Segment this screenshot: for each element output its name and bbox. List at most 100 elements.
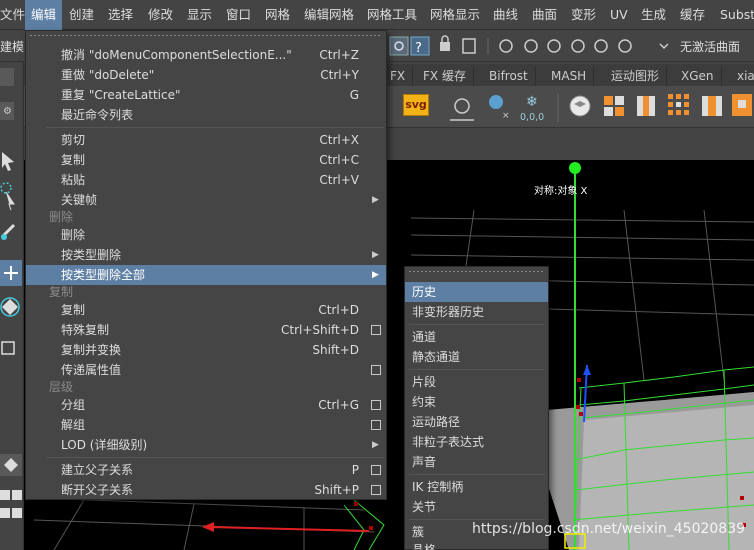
menu-item-redo[interactable]: 重做 "doDelete" Ctrl+Y bbox=[26, 65, 386, 85]
submenu-item-non-particle-expressions[interactable]: 非粒子表达式 bbox=[405, 432, 548, 452]
menu-item-ungroup[interactable]: 解组 bbox=[26, 415, 386, 435]
lock-icon bbox=[441, 35, 449, 42]
menu-item-group[interactable]: 分组 Ctrl+G bbox=[26, 395, 386, 415]
menu-item-cut[interactable]: 剪切 Ctrl+X bbox=[26, 130, 386, 150]
edit-menu: 撤消 "doMenuComponentSelectionE..." Ctrl+Z … bbox=[25, 30, 387, 500]
option-box-icon[interactable] bbox=[371, 365, 381, 375]
option-box-icon[interactable] bbox=[371, 325, 381, 335]
menu-item-duplicate[interactable]: 复制 Ctrl+D bbox=[26, 300, 386, 320]
menu-generate[interactable]: 生成 bbox=[641, 0, 666, 30]
menu-uv[interactable]: UV bbox=[610, 0, 628, 30]
submenu-item-sounds[interactable]: 声音 bbox=[405, 452, 548, 472]
menu-item-unparent[interactable]: 断开父子关系 Shift+P bbox=[26, 480, 386, 500]
blocks-icon bbox=[604, 96, 613, 105]
submenu-item-static-channels[interactable]: 静态通道 bbox=[405, 347, 548, 367]
tear-off-bar[interactable] bbox=[405, 267, 548, 276]
svg-text:×: × bbox=[502, 111, 510, 121]
tab-fx-cache[interactable]: FX 缓存 bbox=[416, 66, 474, 86]
menu-mesh[interactable]: 网格 bbox=[265, 0, 290, 30]
menu-item-lod[interactable]: LOD (详细级别) ▶ bbox=[26, 435, 386, 455]
shelf-icons: × ❄ 0,0,0 bbox=[450, 94, 752, 123]
tab-fx[interactable]: FX bbox=[383, 66, 414, 86]
menu-mesh-display[interactable]: 网格显示 bbox=[430, 0, 480, 30]
svg-button[interactable]: svg bbox=[403, 94, 429, 116]
status-icons: ? bbox=[389, 35, 669, 56]
submenu-item-history[interactable]: 历史 bbox=[405, 282, 548, 302]
submenu-item-ik-handles[interactable]: IK 控制柄 bbox=[405, 477, 548, 497]
menu-item-undo[interactable]: 撤消 "doMenuComponentSelectionE..." Ctrl+Z bbox=[26, 45, 386, 65]
submenu-arrow-icon: ▶ bbox=[372, 250, 379, 260]
tab-motion-graphics[interactable]: 运动图形 bbox=[604, 66, 668, 86]
watermark: https://blog.csdn.net/weixin_45020839 bbox=[472, 521, 746, 537]
lasso-icon bbox=[0, 182, 12, 194]
clock-icon bbox=[489, 95, 503, 109]
menu-item-delete[interactable]: 删除 bbox=[26, 225, 386, 245]
submenu-arrow-icon: ▶ bbox=[372, 195, 379, 205]
menu-file[interactable]: 文件 bbox=[0, 0, 25, 30]
option-box-icon[interactable] bbox=[371, 420, 381, 430]
select-arrow-icon bbox=[2, 152, 14, 171]
magnet-icon bbox=[499, 39, 513, 53]
menu-create[interactable]: 创建 bbox=[69, 0, 94, 30]
menu-select[interactable]: 选择 bbox=[108, 0, 133, 30]
tear-off-bar[interactable] bbox=[26, 31, 386, 40]
menu-deform[interactable]: 变形 bbox=[571, 0, 596, 30]
menu-curves[interactable]: 曲线 bbox=[493, 0, 518, 30]
menu-substance[interactable]: Subst bbox=[720, 0, 754, 30]
menu-edit-mesh[interactable]: 编辑网格 bbox=[304, 0, 354, 30]
menu-item-delete-by-type[interactable]: 按类型删除 ▶ bbox=[26, 245, 386, 265]
svg-text:?: ? bbox=[415, 41, 422, 56]
tool-box: ⚙ bbox=[0, 62, 24, 550]
menu-item-repeat[interactable]: 重复 "CreateLattice" G bbox=[26, 85, 386, 105]
menu-item-transfer-attribute-values[interactable]: 传递属性值 bbox=[26, 360, 386, 380]
option-box-icon[interactable] bbox=[371, 465, 381, 475]
menu-mesh-tools[interactable]: 网格工具 bbox=[367, 0, 417, 30]
value-readout: 0,0,0 bbox=[520, 112, 544, 123]
menu-surfaces[interactable]: 曲面 bbox=[532, 0, 557, 30]
submenu-item-channels[interactable]: 通道 bbox=[405, 327, 548, 347]
main-menu-bar: 文件 编辑 创建 选择 修改 显示 窗口 网格 编辑网格 网格工具 网格显示 曲… bbox=[0, 0, 754, 30]
submenu-arrow-icon: ▶ bbox=[372, 440, 379, 450]
select-icon bbox=[462, 38, 476, 54]
menu-windows[interactable]: 窗口 bbox=[226, 0, 251, 30]
symmetry-handle bbox=[569, 162, 581, 174]
menu-item-paste[interactable]: 粘贴 Ctrl+V bbox=[26, 170, 386, 190]
rotate-tool-icon bbox=[2, 299, 18, 315]
scale-tool-icon bbox=[1, 341, 15, 355]
tab-xgen[interactable]: XGen bbox=[674, 66, 722, 86]
tab-xia[interactable]: xia bbox=[730, 66, 754, 86]
option-box-icon[interactable] bbox=[371, 400, 381, 410]
mode-selector[interactable]: 建模 bbox=[0, 38, 24, 55]
tab-bifrost[interactable]: Bifrost bbox=[482, 66, 536, 86]
menu-edit[interactable]: 编辑 bbox=[25, 0, 62, 30]
menu-separator bbox=[46, 127, 384, 128]
menu-item-copy[interactable]: 复制 Ctrl+C bbox=[26, 150, 386, 170]
menu-item-recent-commands[interactable]: 最近命令列表 bbox=[26, 105, 386, 125]
section-header-hierarchy: 层级 bbox=[49, 380, 74, 394]
symmetry-label: 对称:对象 X bbox=[534, 186, 588, 197]
menu-item-parent[interactable]: 建立父子关系 P bbox=[26, 460, 386, 480]
submenu-arrow-icon: ▶ bbox=[372, 270, 379, 280]
menu-item-keys[interactable]: 关键帧 ▶ bbox=[26, 190, 386, 210]
svg-text:⚙: ⚙ bbox=[3, 106, 12, 117]
submenu-item-clips[interactable]: 片段 bbox=[405, 372, 548, 392]
submenu-item-joints[interactable]: 关节 bbox=[405, 497, 548, 517]
menu-item-duplicate-special[interactable]: 特殊复制 Ctrl+Shift+D bbox=[26, 320, 386, 340]
menu-display[interactable]: 显示 bbox=[187, 0, 212, 30]
menu-separator bbox=[46, 457, 384, 458]
menu-item-delete-all-by-type[interactable]: 按类型删除全部 ▶ bbox=[26, 265, 386, 285]
menu-separator bbox=[409, 474, 545, 475]
submenu-item-constraints[interactable]: 约束 bbox=[405, 392, 548, 412]
submenu-item-lattices[interactable]: 晶格 bbox=[405, 540, 548, 550]
tab-mash[interactable]: MASH bbox=[544, 66, 595, 86]
submenu-item-non-deformer-history[interactable]: 非变形器历史 bbox=[405, 302, 548, 322]
menu-separator bbox=[409, 519, 545, 520]
live-surface-field[interactable]: 无激活曲面 bbox=[680, 38, 740, 55]
menu-item-duplicate-with-transform[interactable]: 复制并变换 Shift+D bbox=[26, 340, 386, 360]
submenu-item-motion-paths[interactable]: 运动路径 bbox=[405, 412, 548, 432]
option-box-icon[interactable] bbox=[371, 485, 381, 495]
menu-cache[interactable]: 缓存 bbox=[680, 0, 705, 30]
section-header-delete: 删除 bbox=[49, 210, 74, 224]
menu-modify[interactable]: 修改 bbox=[148, 0, 173, 30]
x-axis-handle bbox=[208, 526, 370, 532]
